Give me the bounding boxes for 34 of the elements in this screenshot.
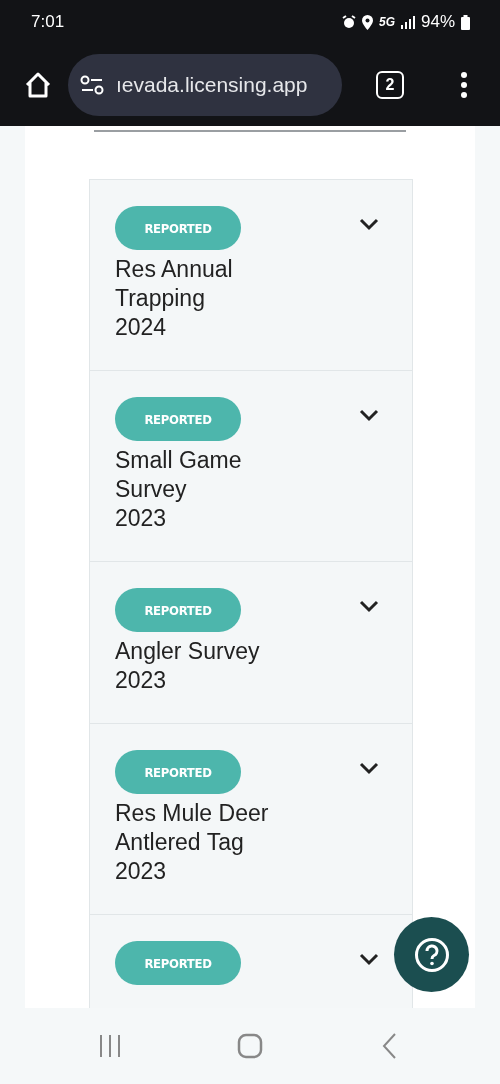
- location-icon: [361, 14, 373, 30]
- back-icon: [382, 1033, 398, 1059]
- license-title: Small Game Survey: [115, 446, 243, 504]
- battery-icon: [461, 14, 470, 30]
- recent-apps-icon: [98, 1034, 122, 1058]
- help-icon: [413, 936, 450, 973]
- license-title: Angler Survey: [115, 637, 260, 666]
- home-icon: [23, 70, 53, 100]
- license-title: Res Annual Trapping: [115, 255, 234, 313]
- alarm-icon: [341, 15, 356, 29]
- site-settings-icon[interactable]: [80, 75, 104, 95]
- menu-icon: [460, 72, 468, 98]
- license-card[interactable]: REPORTED Small Game Survey 2023: [89, 370, 413, 562]
- status-badge: REPORTED: [115, 588, 241, 632]
- tab-count-button[interactable]: 2: [376, 71, 404, 99]
- license-card[interactable]: REPORTED Res Mule Deer Antlered Tag 2023: [89, 723, 413, 915]
- license-year: 2023: [115, 504, 167, 533]
- license-year: 2023: [115, 857, 167, 886]
- license-title: Res Mule Deer Antlered Tag: [115, 799, 270, 857]
- status-badge: REPORTED: [115, 941, 241, 985]
- license-year: 2023: [115, 666, 167, 695]
- license-card[interactable]: REPORTED Res Annual Trapping 2024: [89, 179, 413, 371]
- address-bar[interactable]: ıevada.licensing.app: [68, 54, 342, 116]
- license-card[interactable]: REPORTED Angler Survey 2023: [89, 561, 413, 724]
- status-badge: REPORTED: [115, 397, 241, 441]
- network-type: 5G: [378, 15, 395, 29]
- status-badge: REPORTED: [115, 206, 241, 250]
- status-badge: REPORTED: [115, 750, 241, 794]
- home-nav-icon: [237, 1033, 263, 1059]
- clock-time: 7:01: [31, 12, 65, 32]
- license-year: 2024: [115, 313, 167, 342]
- signal-icon: [400, 15, 415, 29]
- url-text: ıevada.licensing.app: [116, 73, 308, 97]
- battery-percent: 94%: [420, 12, 455, 32]
